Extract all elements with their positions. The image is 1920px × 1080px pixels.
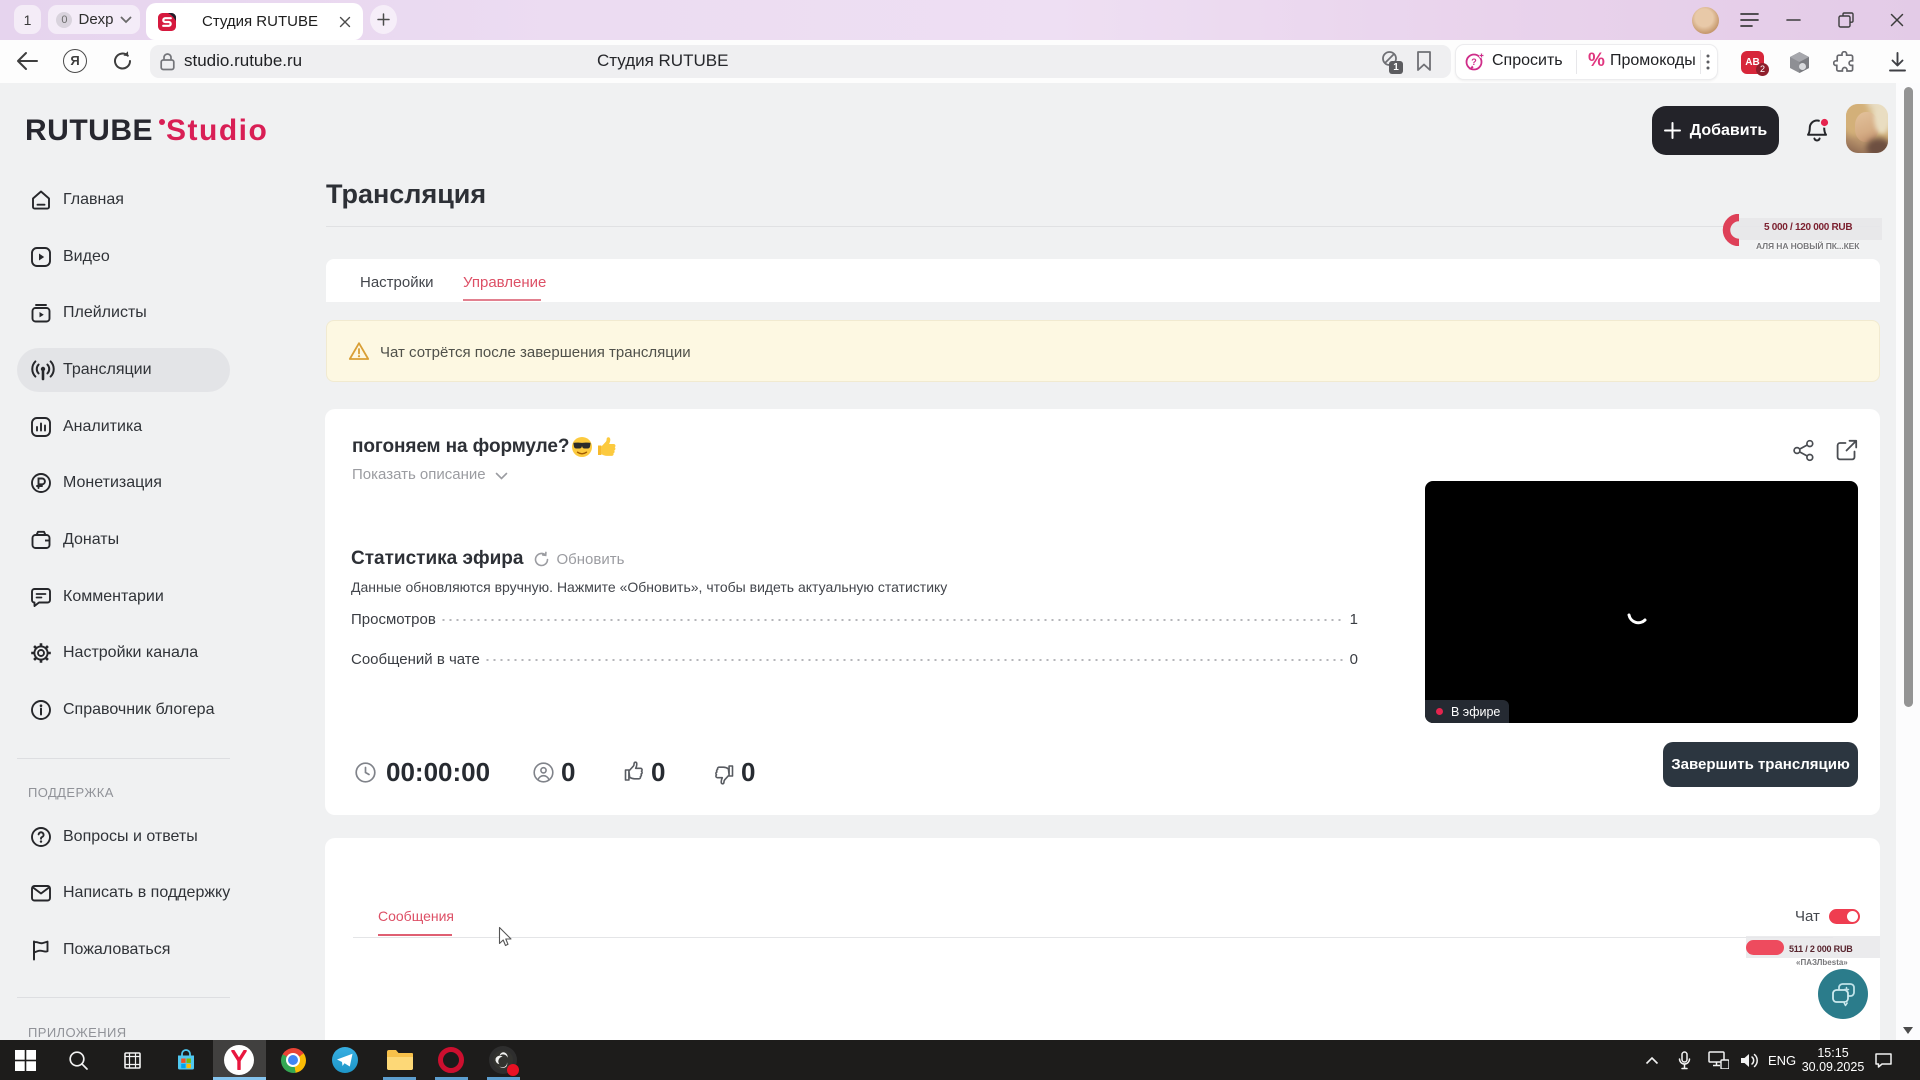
svg-text:?: ? <box>1471 57 1477 67</box>
